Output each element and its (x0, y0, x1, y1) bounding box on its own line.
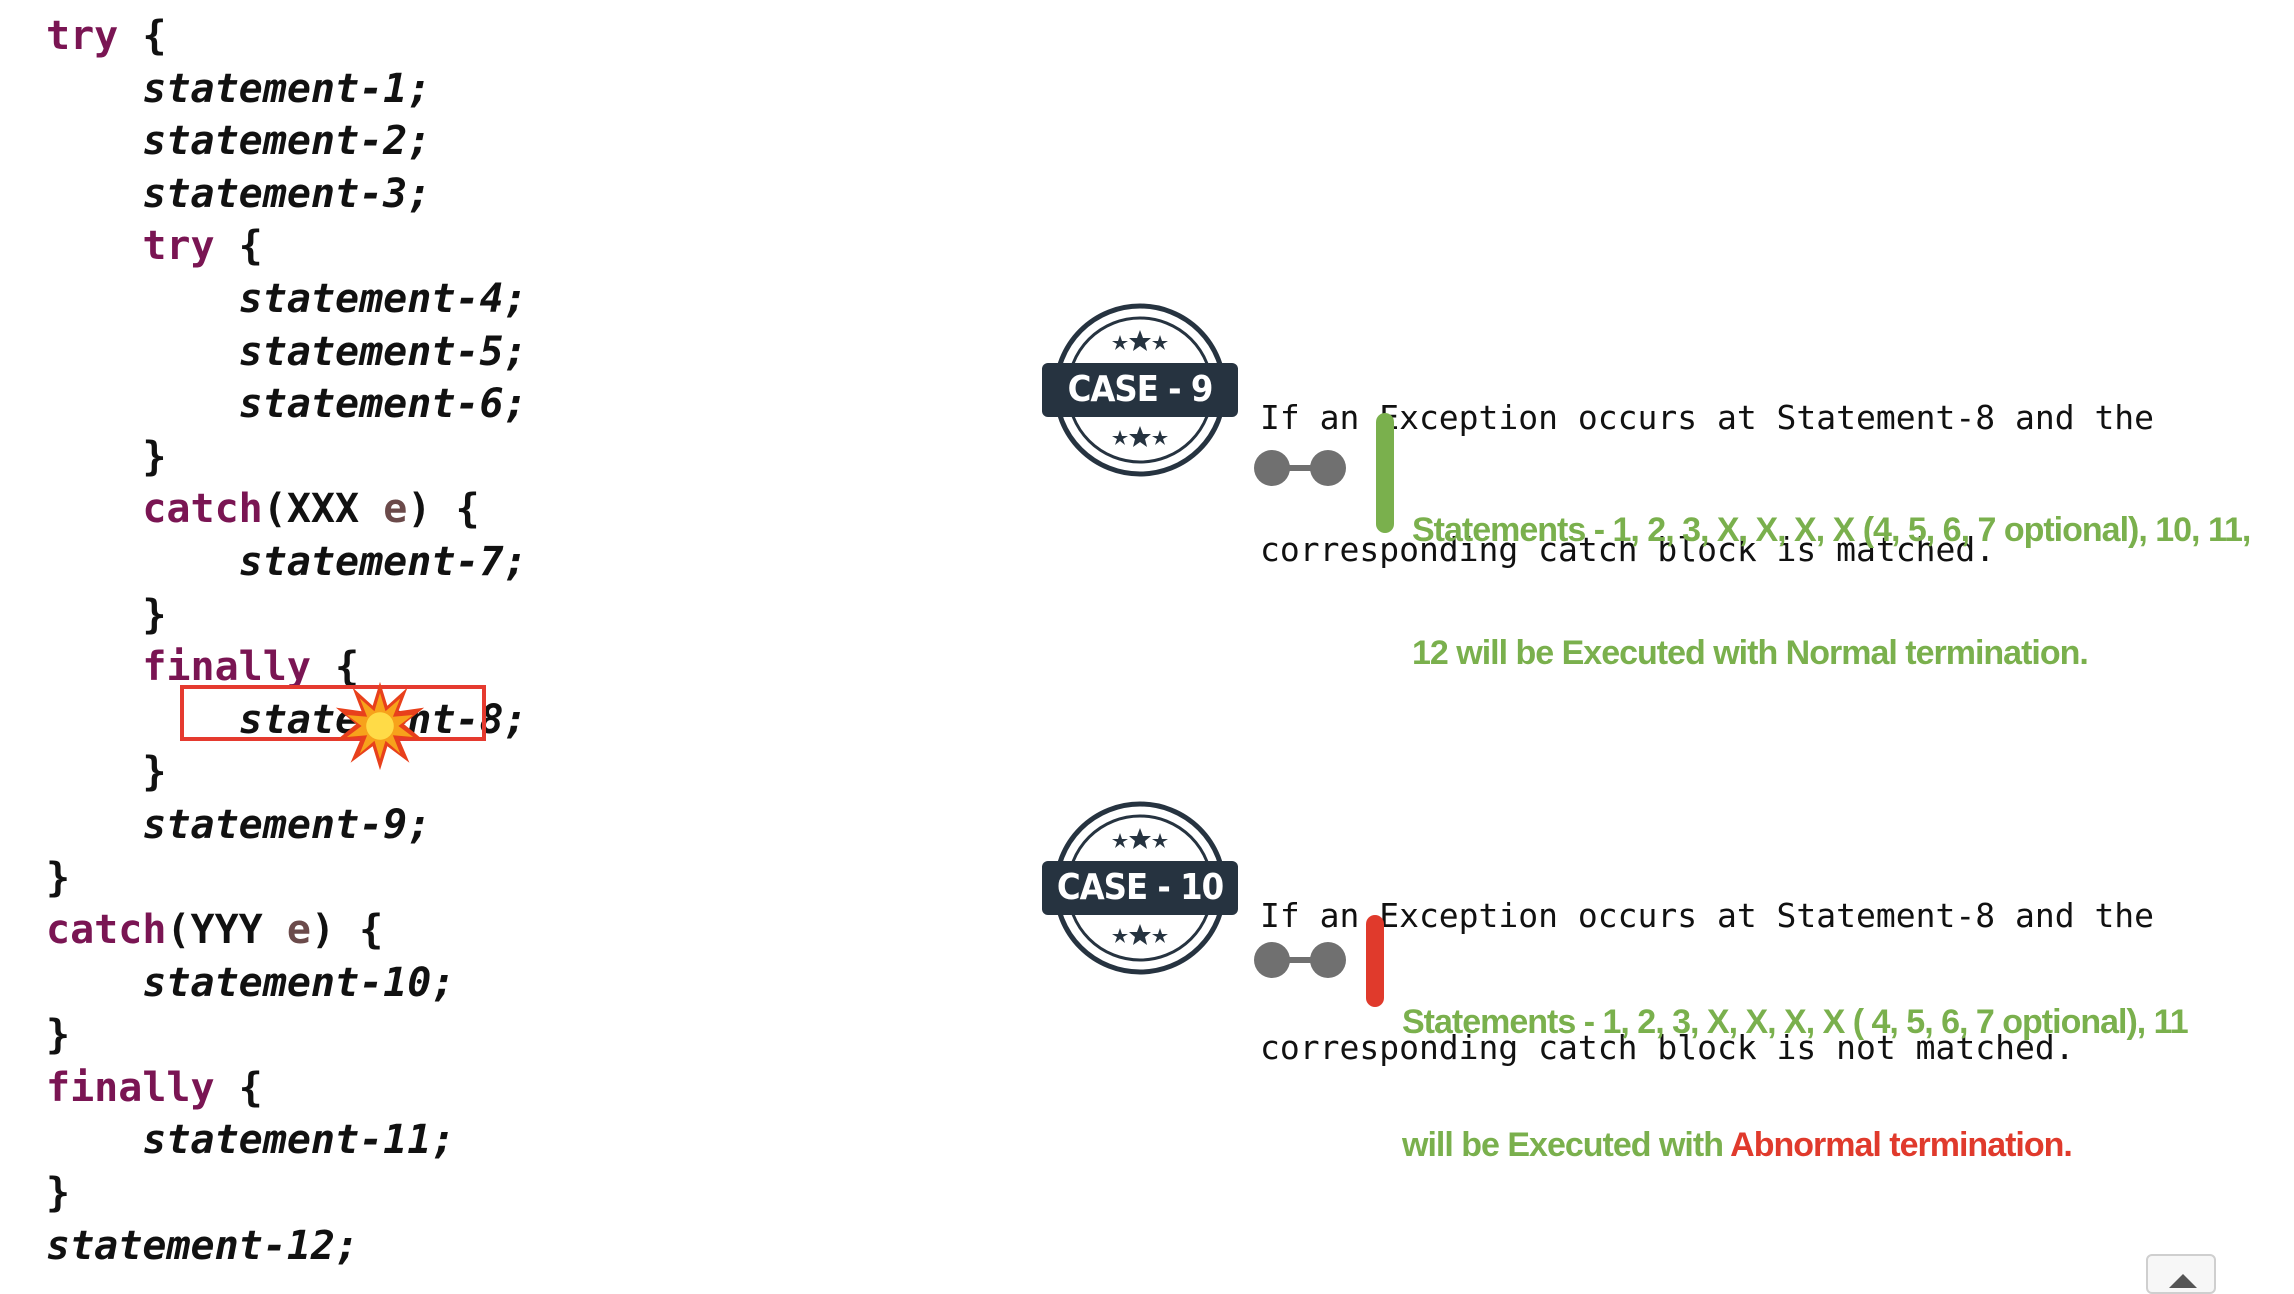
case-10-badge-label: CASE - 10 (1056, 867, 1224, 908)
code-line-1: try { (46, 10, 528, 63)
brace-open: { (238, 1064, 263, 1111)
case-10-block: CASE - 10 If an Exception occurs at Stat… (1040, 798, 2290, 1164)
case-9-result-line-2: 12 will be Executed with Normal terminat… (1412, 634, 2089, 672)
code-line-7: statement-5; (46, 326, 528, 379)
paren-close: ) (310, 907, 336, 954)
code-line-16: statement-9; (46, 799, 528, 852)
code-line-23: } (46, 1167, 528, 1220)
connector-dots-icon (1254, 450, 1346, 486)
case-9-badge-label: CASE - 9 (1067, 369, 1214, 410)
exception-var: e (286, 907, 311, 954)
exception-type-yyy: YYY (190, 907, 263, 954)
keyword-finally-inner: finally (142, 644, 311, 691)
statement-9: statement-9; (142, 801, 432, 848)
code-line-21: finally { (46, 1062, 528, 1115)
brace-open: { (359, 907, 384, 954)
brace-close: } (46, 854, 71, 901)
brace-close: } (46, 1012, 71, 1059)
code-line-6: statement-4; (46, 273, 528, 326)
statement-8-highlight-box (180, 685, 486, 741)
code-line-4: statement-3; (46, 168, 528, 221)
code-line-20: } (46, 1009, 528, 1062)
code-line-12: } (46, 589, 528, 642)
case-10-result-line-1: Statements - 1, 2, 3, X, X, X, X ( 4, 5,… (1402, 1003, 2189, 1041)
statement-1: statement-1; (142, 65, 432, 112)
statement-2: statement-2; (142, 118, 432, 165)
exception-type-xxx: XXX (286, 486, 360, 533)
statement-6: statement-6; (238, 381, 528, 428)
keyword-try: try (46, 13, 119, 59)
brace-close: } (46, 1170, 71, 1217)
brace-open: { (142, 13, 167, 59)
brace-close: } (142, 749, 167, 796)
case-9-result: Statements - 1, 2, 3, X, X, X, X (4, 5, … (1412, 428, 2251, 756)
statement-7: statement-7; (238, 538, 528, 585)
case-9-block: CASE - 9 If an Exception occurs at State… (1040, 300, 2290, 672)
scroll-up-icon (2169, 1274, 2197, 1288)
case-10-status-bar (1366, 915, 1384, 1007)
connector-dots-icon (1254, 942, 1346, 978)
code-line-8: statement-6; (46, 378, 528, 431)
keyword-catch-outer: catch (46, 907, 167, 954)
code-line-10: catch(XXX e) { (46, 483, 528, 536)
keyword-finally-outer: finally (46, 1064, 215, 1111)
code-line-15: } (46, 746, 528, 799)
code-listing: try { statement-1; statement-2; statemen… (46, 10, 528, 1272)
statement-5: statement-5; (238, 328, 528, 375)
code-line-19: statement-10; (46, 957, 528, 1010)
code-line-9: } (46, 431, 528, 484)
paren-close: ) (407, 486, 432, 533)
brace-close: } (142, 433, 167, 480)
brace-open: { (455, 486, 480, 533)
scroll-to-top-button[interactable] (2146, 1254, 2216, 1294)
code-line-2: statement-1; (46, 63, 528, 116)
brace-close: } (142, 591, 167, 638)
case-10-result-line-2-prefix: will be Executed with (1402, 1126, 1731, 1164)
statement-12: statement-12; (46, 1222, 360, 1269)
case-10-result: Statements - 1, 2, 3, X, X, X, X ( 4, 5,… (1402, 920, 2189, 1248)
code-line-24: statement-12; (46, 1220, 528, 1273)
code-line-3: statement-2; (46, 115, 528, 168)
case-9-result-line-1: Statements - 1, 2, 3, X, X, X, X (4, 5, … (1412, 511, 2251, 549)
keyword-catch-inner: catch (142, 486, 263, 533)
paren-open: ( (166, 907, 191, 954)
code-line-18: catch(YYY e) { (46, 904, 528, 957)
code-line-11: statement-7; (46, 536, 528, 589)
abnormal-termination-label: Abnormal termination. (1730, 1126, 2073, 1164)
explosion-icon (335, 681, 425, 771)
statement-4: statement-4; (238, 275, 528, 322)
case-10-result-line-2: will be Executed with Abnormal terminati… (1402, 1125, 2188, 1166)
code-line-5: try { (46, 220, 528, 273)
statement-3: statement-3; (142, 170, 432, 217)
code-line-22: statement-11; (46, 1114, 528, 1167)
brace-open: { (238, 223, 263, 270)
code-line-17: } (46, 852, 528, 905)
statement-10: statement-10; (142, 959, 456, 1006)
case-9-status-bar (1376, 413, 1394, 533)
exception-var: e (383, 486, 408, 533)
statement-11: statement-11; (142, 1117, 456, 1164)
keyword-try-inner: try (142, 223, 215, 270)
paren-open: ( (262, 486, 287, 533)
